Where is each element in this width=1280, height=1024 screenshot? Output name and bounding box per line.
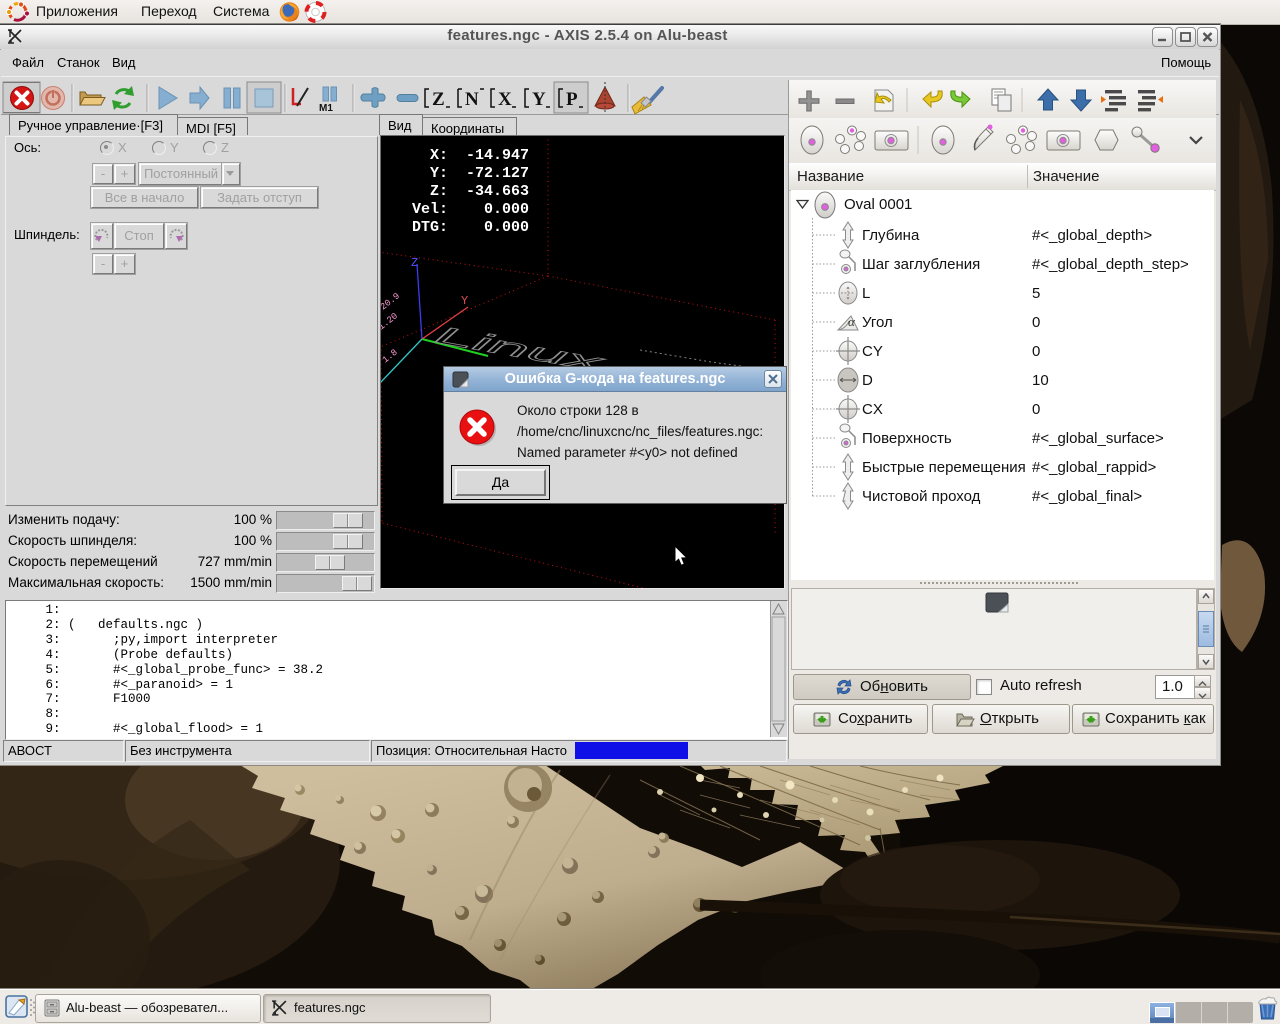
svg-text:M1: M1 <box>319 103 333 114</box>
svg-text:20.9: 20.9 <box>381 291 402 312</box>
svg-text:Vel:: Vel: <box>412 201 448 218</box>
svg-text:N: N <box>465 89 479 110</box>
svg-text:-34.663: -34.663 <box>466 183 529 200</box>
svg-text:Z: Z <box>432 89 445 110</box>
svg-text:Y: Y <box>532 89 546 110</box>
svg-text:Y: Y <box>461 294 468 308</box>
svg-text:Y:: Y: <box>430 165 448 182</box>
svg-text:X: X <box>498 89 512 110</box>
svg-text:DTG:: DTG: <box>412 219 448 236</box>
svg-text:Z: Z <box>411 256 418 270</box>
svg-text:α: α <box>848 314 856 329</box>
svg-text:-14.947: -14.947 <box>466 147 529 164</box>
svg-text:Z:: Z: <box>430 183 448 200</box>
svg-text:1.20: 1.20 <box>381 311 400 332</box>
svg-text:0.000: 0.000 <box>484 201 529 218</box>
svg-text:-72.127: -72.127 <box>466 165 529 182</box>
svg-text:0.000: 0.000 <box>484 219 529 236</box>
svg-text:X:: X: <box>430 147 448 164</box>
svg-text:P: P <box>566 89 578 110</box>
svg-text:1.8: 1.8 <box>381 348 400 366</box>
